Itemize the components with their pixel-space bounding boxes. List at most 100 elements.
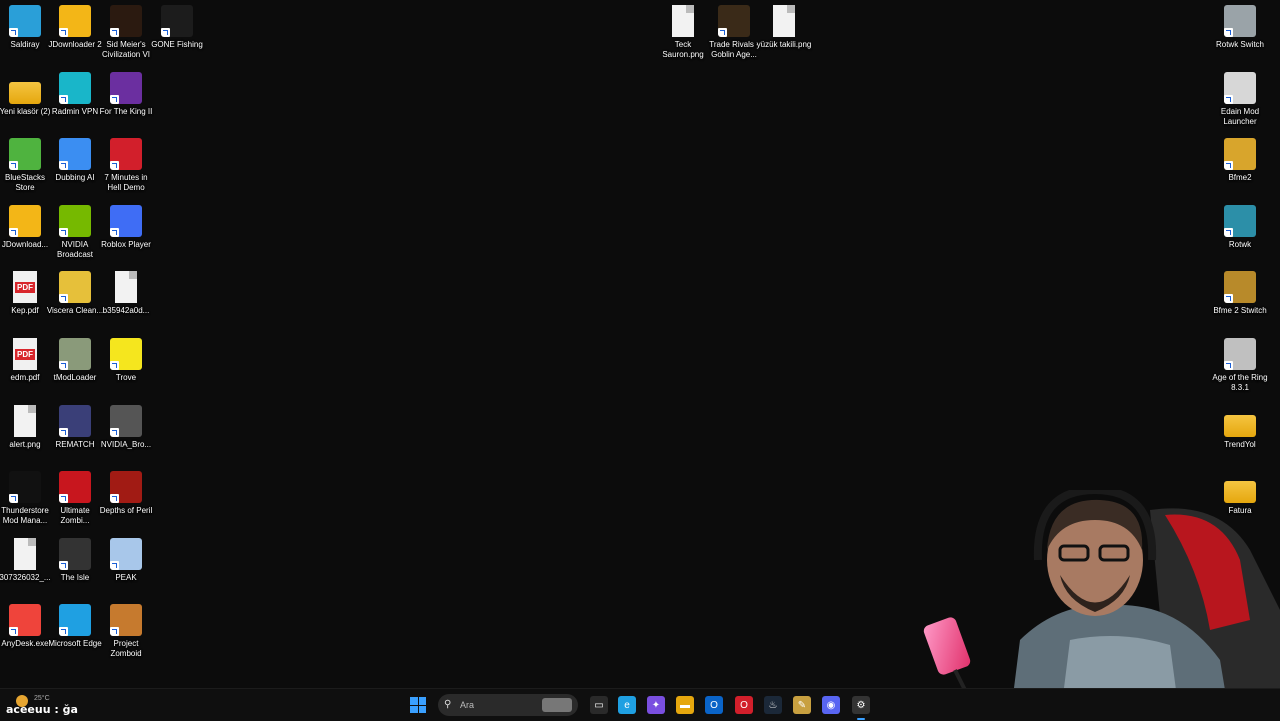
desktop-icon-anydesk-exe[interactable]: AnyDesk.exe xyxy=(0,604,52,649)
desktop-icon-depths-of-peril[interactable]: Depths of Peril xyxy=(99,471,153,516)
desktop-icon-trove[interactable]: Trove xyxy=(99,338,153,383)
search-highlight-image xyxy=(542,698,572,712)
desktop-icon-trade-rivals-goblin-age[interactable]: Trade Rivals - Goblin Age... xyxy=(707,5,761,60)
edge-icon xyxy=(59,604,91,637)
civ-icon xyxy=(110,5,142,37)
desktop-icon-age-of-the-ring-8-3-1[interactable]: Age of the Ring 8.3.1 xyxy=(1212,338,1268,393)
desktop-icon-edain-mod-launcher[interactable]: Edain Mod Launcher xyxy=(1213,71,1267,127)
desktop-icon-bluestacks-store[interactable]: BlueStacks Store xyxy=(0,138,52,193)
anydesk-icon xyxy=(9,604,41,637)
shortcut-arrow-icon xyxy=(161,28,170,37)
desktop-icon-label: Dubbing AI xyxy=(55,173,95,183)
desktop-icon-label: Depths of Peril xyxy=(99,506,153,516)
desktop-icon-trendyol[interactable]: TrendYol xyxy=(1213,405,1267,450)
rotwk-icon xyxy=(1224,5,1256,37)
shortcut-arrow-icon xyxy=(110,161,119,171)
desktop-icon-alert-png[interactable]: alert.png xyxy=(0,404,52,450)
desktop-icon-label: GONE Fishing xyxy=(151,40,203,49)
task-view-icon[interactable]: ▭ xyxy=(590,696,608,714)
weather-widget[interactable]: 25°C aceeuu : ğa xyxy=(6,691,106,719)
desktop-icon-gone-fishing[interactable]: GONE Fishing xyxy=(150,5,204,50)
desktop-icon-dubbing-ai[interactable]: Dubbing AI xyxy=(48,138,102,183)
desktop-icon-kep-pdf[interactable]: PDF Kep.pdf xyxy=(0,271,52,316)
nvb2-icon xyxy=(110,404,142,437)
copilot-icon[interactable]: ✦ xyxy=(647,696,665,714)
desktop-icon-teck-sauron-png[interactable]: Teck Sauron.png xyxy=(656,5,710,60)
desktop-icon-307326032[interactable]: 307326032_... xyxy=(0,537,52,583)
shortcut-arrow-icon xyxy=(1224,361,1233,370)
shortcut-arrow-icon xyxy=(110,28,119,37)
desktop-icon-the-isle[interactable]: The Isle xyxy=(48,537,102,583)
file-icon xyxy=(773,5,795,37)
desktop-icon-label: Roblox Player xyxy=(101,239,151,249)
file-explorer-icon[interactable]: ▬ xyxy=(676,696,694,714)
weather-temperature: 25°C xyxy=(34,695,50,702)
shortcut-arrow-icon xyxy=(9,627,18,637)
aotr-icon xyxy=(1224,338,1256,370)
desktop-icon-label: Rotwk xyxy=(1228,239,1252,249)
jd-icon xyxy=(9,204,41,237)
desktop-icon-radmin-vpn[interactable]: Radmin VPN xyxy=(48,71,102,117)
desktop-icon-nvidia-broadcast[interactable]: NVIDIA Broadcast xyxy=(48,204,102,260)
desktop-icon-nvidia-bro[interactable]: NVIDIA_Bro... xyxy=(99,404,153,450)
ring-icon xyxy=(1224,271,1256,304)
desktop-icon-bfme2[interactable]: Bfme2 xyxy=(1213,138,1267,183)
steam-icon[interactable]: ♨ xyxy=(764,696,782,714)
isle-icon xyxy=(59,537,91,570)
file-icon xyxy=(115,271,137,304)
opera-icon[interactable]: O xyxy=(735,696,753,714)
desktop-icon-b35942a0d[interactable]: b35942a0d... xyxy=(99,271,153,316)
desktop-icon-microsoft-edge[interactable]: Microsoft Edge xyxy=(48,604,102,649)
start-button[interactable] xyxy=(410,697,426,713)
shortcut-arrow-icon xyxy=(59,161,68,171)
gone-icon xyxy=(161,5,193,37)
desktop-icon-sid-meier-s-civilization-vi[interactable]: Sid Meier's Civilization VI xyxy=(99,5,153,60)
desktop-icon-ultimate-zombi[interactable]: Ultimate Zombi... xyxy=(48,471,102,526)
desktop-icon-label: Age of the Ring 8.3.1 xyxy=(1212,373,1268,392)
desktop-icon-rotwk[interactable]: Rotwk xyxy=(1213,204,1267,250)
settings-icon[interactable]: ⚙ xyxy=(852,696,870,720)
bluestacks-icon xyxy=(9,138,41,171)
shortcut-arrow-icon xyxy=(9,28,18,37)
zomboid-icon xyxy=(110,604,142,637)
depths-icon xyxy=(110,471,142,504)
edain-icon xyxy=(1224,71,1256,104)
desktop-icon-y-z-k-takili-png[interactable]: yüzük takili.png xyxy=(757,5,811,50)
webcam-overlay xyxy=(923,490,1280,720)
taskbar-search[interactable]: ⚲ Ara xyxy=(438,694,578,716)
edge-icon[interactable]: e xyxy=(618,696,636,714)
desktop-icon-for-the-king-ii[interactable]: For The King II xyxy=(99,71,153,117)
viscera-icon xyxy=(59,271,91,304)
desktop-icon-rematch[interactable]: REMATCH xyxy=(48,404,102,450)
pdf-icon: PDF xyxy=(13,271,37,304)
shortcut-arrow-icon xyxy=(1224,28,1233,37)
shortcut-arrow-icon xyxy=(59,627,68,637)
outlook-icon[interactable]: O xyxy=(705,696,723,714)
desktop-icon-saldiray[interactable]: Saldiray xyxy=(0,5,52,50)
rematch-icon xyxy=(59,404,91,437)
desktop-icon-edm-pdf[interactable]: PDF edm.pdf xyxy=(0,338,52,383)
desktop-icon-bfme-2-stwitch[interactable]: Bfme 2 Stwitch xyxy=(1213,271,1267,316)
shortcut-arrow-icon xyxy=(1224,227,1233,237)
desktop-icon-jdownload[interactable]: JDownload... xyxy=(0,204,52,250)
discord-icon[interactable]: ◉ xyxy=(822,696,840,714)
desktop-icon-label: PEAK xyxy=(115,572,137,582)
desktop-icon-7-minutes-in-hell-demo[interactable]: 7 Minutes in Hell Demo xyxy=(99,138,153,193)
desktop-icon-project-zomboid[interactable]: Project Zomboid xyxy=(99,604,153,659)
desktop-icon-peak[interactable]: PEAK xyxy=(99,537,153,583)
desktop-icon-roblox-player[interactable]: Roblox Player xyxy=(99,204,153,250)
desktop-icon-thunderstore-mod-mana[interactable]: Thunderstore Mod Mana... xyxy=(0,471,52,526)
desktop-icon-yeni-klas-r-2[interactable]: Yeni klasör (2) xyxy=(0,72,52,117)
desktop-icon-viscera-clean[interactable]: Viscera Clean... xyxy=(47,271,103,316)
pen-tool-icon[interactable]: ✎ xyxy=(793,696,811,714)
desktop-icon-label: NVIDIA Broadcast xyxy=(56,239,94,259)
desktop-icon-rotwk-switch[interactable]: Rotwk Switch xyxy=(1213,5,1267,50)
desktop-icon-label: yüzük takili.png xyxy=(756,40,812,49)
shortcut-arrow-icon xyxy=(110,361,119,370)
file-icon xyxy=(14,537,36,570)
desktop-icon-jdownloader-2[interactable]: JDownloader 2 xyxy=(48,5,102,50)
shortcut-arrow-icon xyxy=(9,161,18,171)
radmin-icon xyxy=(59,71,91,104)
desktop-icon-tmodloader[interactable]: tModLoader xyxy=(48,338,102,383)
desktop-icon-label: JDownloader 2 xyxy=(48,40,102,49)
